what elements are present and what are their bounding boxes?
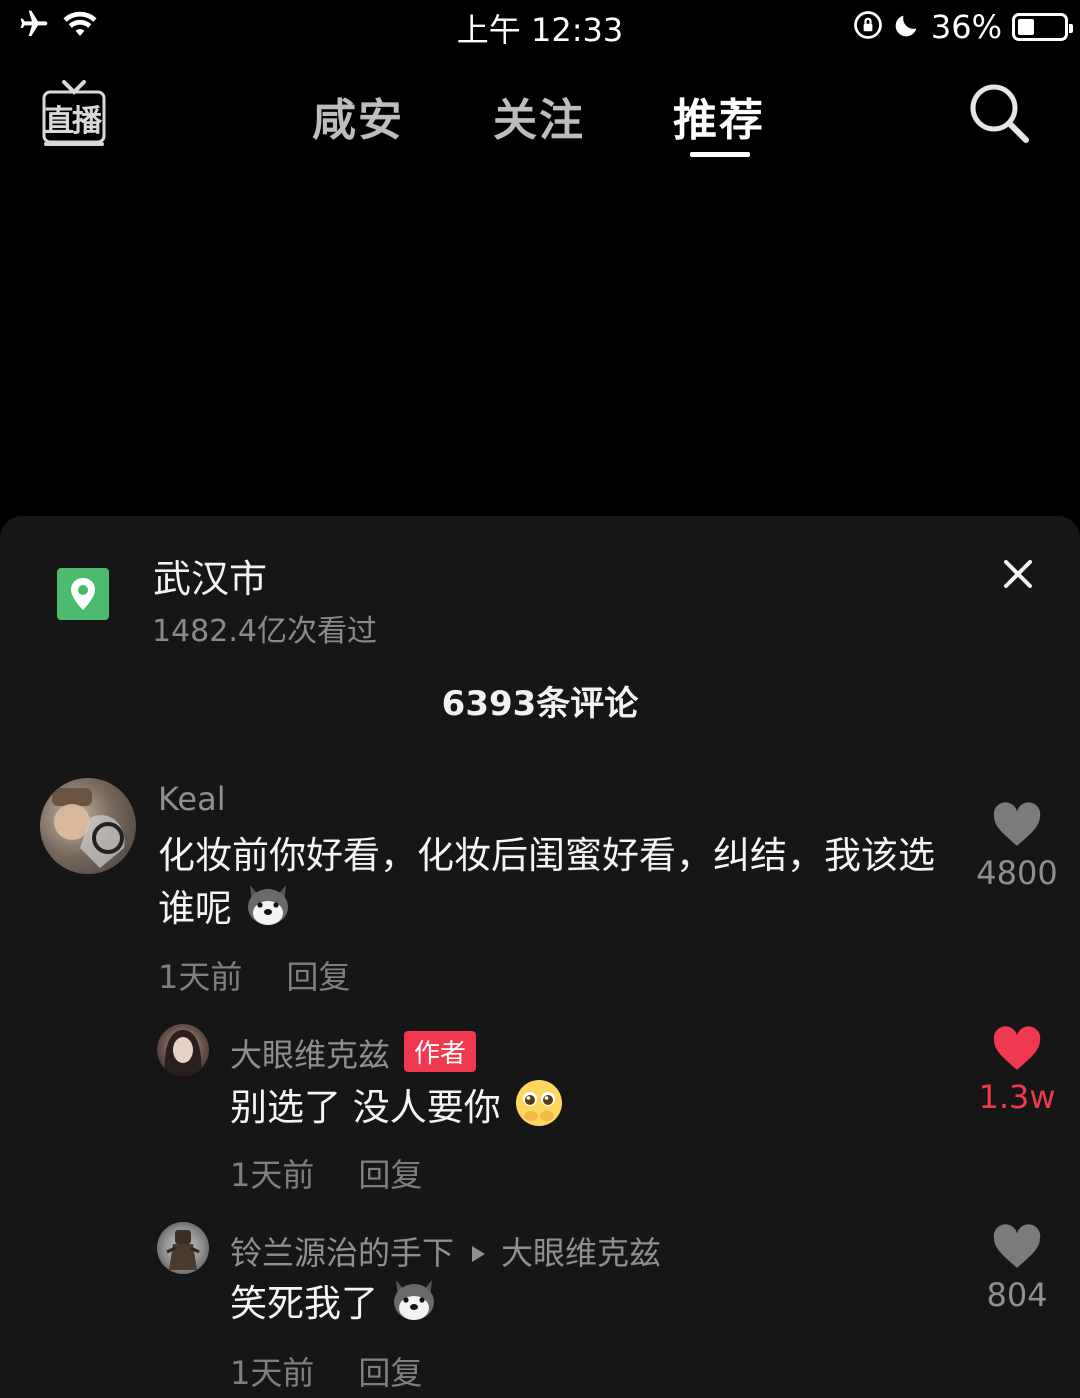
like-count: 1.3w [978,1078,1056,1116]
close-button[interactable] [996,552,1040,596]
comment-meta: 1天前 回复 [230,1150,422,1196]
battery-icon [1012,13,1073,41]
moon-icon [893,11,921,43]
active-tab-indicator [690,152,750,157]
location-pin-icon[interactable] [57,568,109,620]
battery-fill [1018,19,1034,35]
reply-username[interactable]: 铃兰源治的手下 [230,1234,454,1272]
comment-text: 别选了 没人要你 [230,1078,930,1141]
husky-emoji [244,881,292,940]
heart-icon[interactable] [992,802,1042,848]
author-badge: 作者 [404,1031,477,1072]
search-icon [970,84,1029,143]
location-views: 1482.4亿次看过 [152,614,377,649]
comment-time: 1天前 [158,958,243,996]
like-count: 4800 [976,854,1058,892]
orientation-lock-icon [853,10,883,44]
reply-button[interactable]: 回复 [286,958,350,996]
heart-icon[interactable] [992,1026,1042,1072]
battery-percent: 36% [930,8,1002,46]
comment-username: 铃兰源治的手下 大眼维克兹 [230,1228,661,1274]
comment-count: 6393条评论 [441,684,639,724]
pleading-emoji [513,1078,565,1141]
avatar[interactable] [157,1222,209,1274]
like-count: 804 [986,1276,1048,1314]
tab-recommend[interactable]: 推荐 [673,84,765,148]
comment-body: 别选了 没人要你 [230,1086,501,1129]
reply-button[interactable]: 回复 [358,1156,422,1194]
status-bar: 上午 12:33 36% [0,0,1080,52]
reply-username[interactable]: 大眼维克兹 [230,1036,390,1074]
status-right: 36% [853,8,1073,46]
search-button[interactable] [966,80,1032,146]
comment-body: 笑死我了 [230,1282,378,1325]
comment-username[interactable]: Keal [158,780,226,818]
comment-text: 化妆前你好看，化妆后闺蜜好看，纠结，我该选谁呢 [158,830,958,940]
comment-sheet: 武汉市 1482.4亿次看过 6393条评论 Keal 化妆前你好看，化妆后闺蜜… [0,516,1080,1398]
comment-meta: 1天前 回复 [158,952,350,998]
avatar[interactable] [40,778,136,874]
comment-meta: 1天前 回复 [230,1348,422,1394]
live-button[interactable]: 直播 [40,78,108,150]
reply-to-username[interactable]: 大眼维克兹 [501,1234,661,1272]
comment-text: 笑死我了 [230,1276,930,1335]
heart-icon[interactable] [992,1224,1042,1270]
tab-xianan[interactable]: 咸安 [312,84,404,148]
husky-emoji [390,1276,438,1335]
screen: 上午 12:33 36% 直播 咸安 关注 推荐 武汉市 1482.4亿次看过 … [0,0,1080,1398]
tab-following[interactable]: 关注 [493,84,585,148]
top-nav: 直播 咸安 关注 推荐 [0,70,1080,170]
comment-time: 1天前 [230,1354,315,1392]
avatar[interactable] [157,1024,209,1076]
comment-username: 大眼维克兹 作者 [230,1030,477,1076]
location-title[interactable]: 武汉市 [153,548,267,603]
reply-arrow-icon [472,1246,486,1262]
reply-button[interactable]: 回复 [358,1354,422,1392]
close-icon [1004,560,1032,588]
comment-time: 1天前 [230,1156,315,1194]
live-label: 直播 [44,104,102,139]
battery-tip [1069,24,1073,33]
